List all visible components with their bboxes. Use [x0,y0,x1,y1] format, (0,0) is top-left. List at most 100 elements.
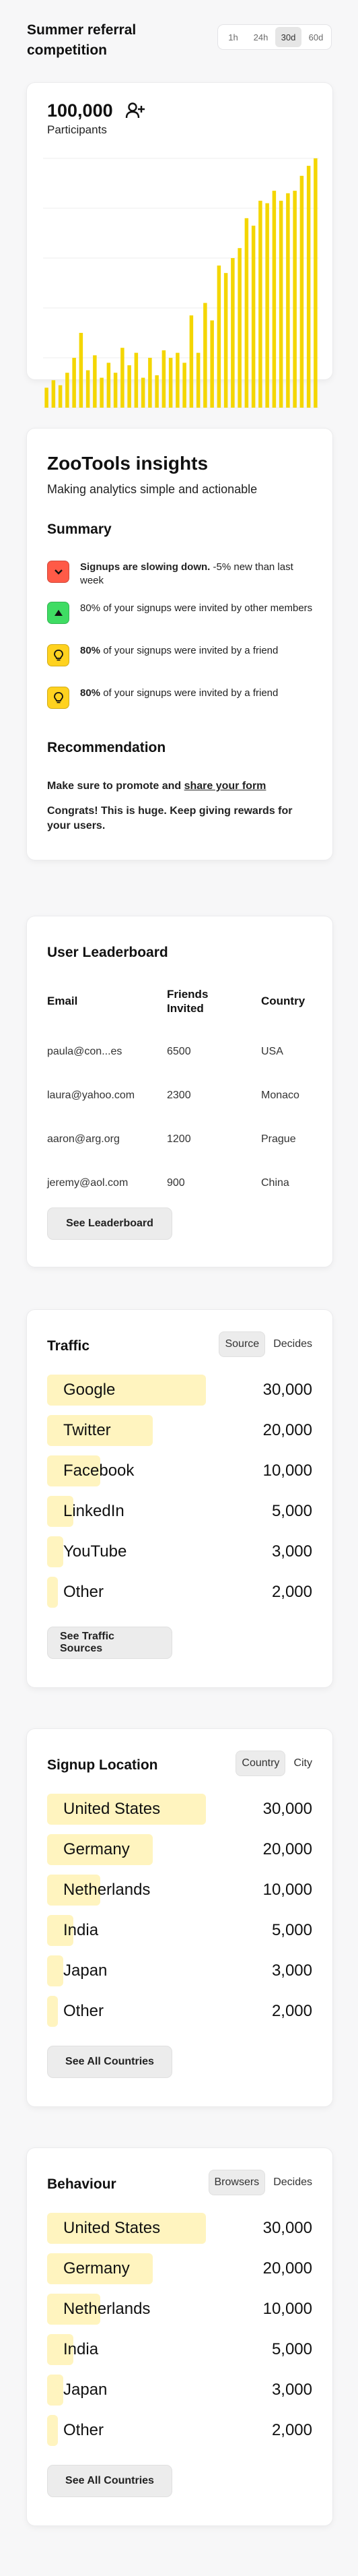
bar-value: 2,000 [271,1583,312,1601]
see-traffic-sources-button[interactable]: See Traffic Sources [47,1627,172,1659]
bar-value: 5,000 [271,2340,312,2358]
chart-bar [134,352,139,408]
email-cell: laura@yahoo.com [47,1090,135,1101]
chart-bar [223,273,228,408]
bar-label: Other [63,2002,104,2020]
column-header-friends-invited: Friends Invited [167,988,209,1015]
friends-cell: 900 [167,1177,185,1189]
bar-value: 20,000 [262,1421,312,1439]
location-tabs: Country City [236,1749,318,1778]
tab-decides[interactable]: Decides [268,2170,318,2195]
chevron-down-icon [47,561,69,583]
insight-text: 80% of your signups were invited by a fr… [80,645,279,656]
chart-bar [238,248,242,408]
column-header-email: Email [47,995,78,1007]
chart-bar [113,373,118,408]
tab-source[interactable]: Source [219,1331,266,1357]
see-all-countries-button[interactable]: See All Countries [47,2046,172,2078]
bar-value: 3,000 [271,1961,312,1980]
bar-row: Twitter 20,000 [47,1415,312,1446]
chart-bar [79,333,83,408]
bar-row: Germany 20,000 [47,2253,312,2284]
bar-value: 10,000 [262,1881,312,1899]
bar-row: LinkedIn 5,000 [47,1496,312,1527]
bar-fill [47,1955,63,1986]
bar-row: Other 2,000 [47,1577,312,1608]
bar-label: YouTube [63,1542,127,1561]
chart-bar [196,352,201,408]
insight-text: 80% of your signups were invited by othe… [80,602,313,614]
chart-bar [244,218,249,408]
bar-label: Facebook [63,1462,135,1480]
insight-text: 80% of your signups were invited by a fr… [80,687,279,699]
traffic-title: Traffic [47,1338,90,1354]
insights-subtitle: Making analytics simple and actionable [47,482,258,496]
chart-bar [265,203,269,408]
time-range-switch: 1h 24h 30d 60d [217,24,332,50]
see-leaderboard-button[interactable]: See Leaderboard [47,1207,172,1240]
chart-bar [258,200,262,408]
chart-bar [217,265,221,408]
participants-count-row: 100,000 [47,100,145,121]
chart-bar [176,352,180,408]
column-header-country: Country [261,995,306,1007]
behaviour-title: Behaviour [47,2176,116,2192]
bar-row: YouTube 3,000 [47,1536,312,1567]
country-cell: Prague [261,1133,296,1145]
chart-bar [299,175,304,408]
bar-label: United States [63,2219,161,2237]
page-title: Summer referral competition [27,22,137,58]
bar-value: 3,000 [271,1542,312,1561]
chart-bar [44,387,48,408]
bar-value: 10,000 [262,1462,312,1480]
chart-bar [106,363,111,408]
range-30d[interactable]: 30d [275,27,301,47]
tab-browsers[interactable]: Browsers [208,2170,266,2195]
share-form-link[interactable]: share your form [184,780,266,792]
bar-row: United States 30,000 [47,2213,312,2244]
country-cell: China [261,1177,289,1189]
chart-bar [231,258,235,408]
chart-bar [182,363,186,408]
bar-value: 20,000 [262,1840,312,1858]
signup-location-card: Signup Location Country City United Stat… [27,1729,332,2106]
bar-fill [47,2375,63,2406]
chart-bar [100,377,104,408]
chart-bar [279,200,283,408]
friends-cell: 6500 [167,1046,191,1057]
insight-item: Signups are slowing down. -5% new than l… [47,561,316,588]
bar-fill [47,2415,58,2446]
insight-item: 80% of your signups were invited by othe… [47,602,316,624]
recommendation-text: Make sure to promote and share your form [47,780,266,792]
participants-count: 100,000 [47,100,113,121]
chart-bar [127,365,131,408]
friends-cell: 2300 [167,1090,191,1101]
bar-value: 2,000 [271,2421,312,2439]
range-60d[interactable]: 60d [303,27,329,47]
chart-bar [162,350,166,408]
chart-bar [51,380,56,408]
country-cell: USA [261,1046,283,1057]
summary-heading: Summary [47,522,112,537]
bar-fill [47,1996,58,2027]
bar-value: 30,000 [262,1800,312,1818]
chart-bar [168,358,173,408]
range-24h[interactable]: 24h [248,27,274,47]
bar-row: Germany 20,000 [47,1834,312,1865]
bar-label: Netherlands [63,2300,151,2318]
insight-text: Signups are slowing down. -5% new than l… [80,561,293,586]
bar-fill [47,1536,63,1567]
chart-bar [58,385,63,408]
chart-bar [141,377,145,408]
bar-label: United States [63,1800,161,1818]
range-1h[interactable]: 1h [220,27,246,47]
behaviour-card: Behaviour Browsers Decides United States… [27,2148,332,2525]
tab-city[interactable]: City [288,1751,318,1776]
triangle-up-icon [47,602,69,624]
see-all-countries-button[interactable]: See All Countries [47,2465,172,2497]
tab-country[interactable]: Country [236,1751,286,1776]
tab-decides[interactable]: Decides [268,1332,318,1356]
bar-label: Japan [63,2381,108,2399]
participants-label: Participants [47,123,107,136]
bar-label: India [63,1921,99,1939]
